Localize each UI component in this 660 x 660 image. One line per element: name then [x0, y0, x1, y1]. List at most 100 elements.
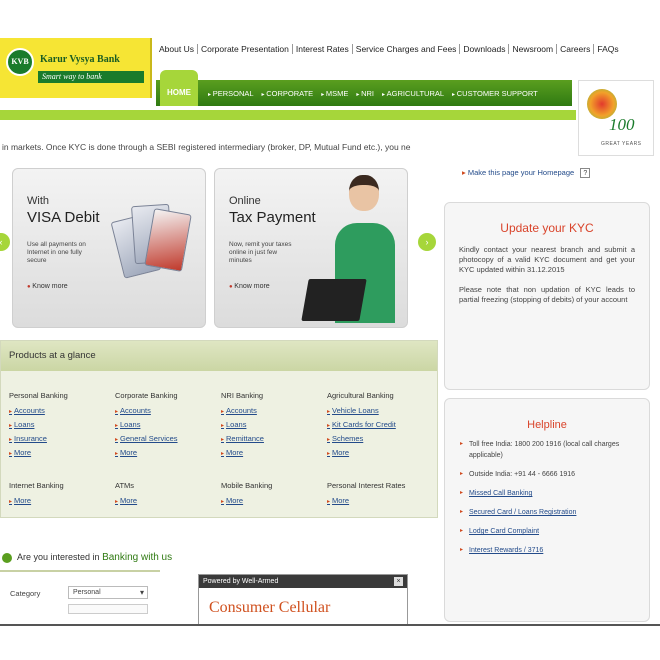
debit-cards-image	[110, 197, 192, 297]
top-link-careers[interactable]: Careers	[556, 44, 593, 54]
main-nav: HOME PERSONAL CORPORATE MSME NRI AGRICUL…	[156, 70, 572, 106]
slide-prev-arrow-icon[interactable]: ‹	[0, 233, 10, 251]
top-link-corporate-presentation[interactable]: Corporate Presentation	[196, 44, 292, 54]
ad-widget[interactable]: Powered by Well-Armed × Consumer Cellula…	[198, 574, 408, 626]
top-link-interest-rates[interactable]: Interest Rates	[291, 44, 352, 54]
interest-prefix: Are you interested in	[17, 552, 100, 562]
product-column-title: Mobile Banking	[221, 481, 273, 490]
know-more-link[interactable]: Know more	[27, 283, 67, 290]
interest-divider	[0, 570, 160, 572]
product-link[interactable]: More	[327, 448, 396, 457]
slide-heading: VISA Debit	[27, 209, 100, 226]
news-ticker[interactable]: in markets. Once KYC is done through a S…	[2, 142, 411, 152]
subcategory-select[interactable]	[68, 604, 148, 614]
helpline-outside-india: Outside India: +91 44 - 6666 1916	[460, 469, 639, 480]
product-column-title: ATMs	[115, 481, 135, 490]
header-divider	[0, 110, 576, 120]
product-link[interactable]: Remittance	[221, 434, 264, 443]
card-registration-link[interactable]: Secured Card / Loans Registration	[460, 507, 639, 518]
product-link[interactable]: Accounts	[9, 406, 68, 415]
product-column-title: Internet Banking	[9, 481, 64, 490]
product-link[interactable]: Loans	[115, 420, 178, 429]
product-column-corporate: Corporate Banking Accounts Loans General…	[115, 391, 178, 462]
product-link[interactable]: Accounts	[115, 406, 178, 415]
product-link[interactable]: More	[221, 448, 264, 457]
product-link[interactable]: Loans	[9, 420, 68, 429]
product-link[interactable]: More	[327, 496, 405, 505]
product-column-interest-rates: Personal Interest Rates More	[327, 481, 405, 510]
nav-agricultural[interactable]: AGRICULTURAL	[378, 89, 448, 98]
product-column-nri: NRI Banking Accounts Loans Remittance Mo…	[221, 391, 264, 462]
top-link-downloads[interactable]: Downloads	[459, 44, 508, 54]
product-link[interactable]: Insurance	[9, 434, 68, 443]
slide-heading: Tax Payment	[229, 209, 316, 226]
product-link[interactable]: More	[9, 448, 68, 457]
nav-personal[interactable]: PERSONAL	[204, 89, 258, 98]
product-column-title: Corporate Banking	[115, 391, 178, 400]
kyc-box: Update your KYC Kindly contact your near…	[444, 202, 650, 390]
kyc-text-1: Kindly contact your nearest branch and s…	[459, 245, 635, 274]
helpline-tollfree: Toll free India: 1800 200 1916 (local ca…	[460, 439, 639, 461]
nav-corporate[interactable]: CORPORATE	[258, 89, 318, 98]
anniversary-badge: 100 GREAT YEARS	[578, 80, 654, 156]
anniversary-caption: GREAT YEARS	[601, 141, 642, 147]
missed-call-banking-link[interactable]: Missed Call Banking	[460, 488, 639, 499]
bank-logo[interactable]: KVB Karur Vysya Bank Smart way to bank	[0, 38, 152, 98]
card-complaint-link[interactable]: Lodge Card Complaint	[460, 526, 639, 537]
product-link[interactable]: Loans	[221, 420, 264, 429]
slide-body: Use all payments on Internet in one full…	[27, 241, 86, 264]
kyc-title: Update your KYC	[500, 221, 594, 235]
interest-bullet-icon	[2, 552, 12, 563]
category-select[interactable]: Personal	[68, 586, 148, 599]
interest-heading: Are you interested in Banking with us	[2, 552, 172, 563]
product-column-personal: Personal Banking Accounts Loans Insuranc…	[9, 391, 68, 462]
product-column-title: Personal Banking	[9, 391, 68, 400]
logo-name: Karur Vysya Bank	[40, 54, 120, 65]
product-link[interactable]: Kit Cards for Credit	[327, 420, 396, 429]
product-link[interactable]: Schemes	[327, 434, 396, 443]
nav-customer-support[interactable]: CUSTOMER SUPPORT	[448, 89, 542, 98]
product-link[interactable]: More	[115, 448, 178, 457]
banner-visa-debit[interactable]: With VISA Debit Use all payments on Inte…	[12, 168, 206, 328]
ad-title: Consumer Cellular	[209, 599, 331, 616]
logo-badge: KVB	[6, 48, 34, 76]
anniversary-number: 100	[609, 115, 635, 134]
know-more-link[interactable]: Know more	[229, 283, 269, 290]
slide-body: Now, remit your taxes online in just few…	[229, 241, 292, 264]
interest-rewards-link[interactable]: Interest Rewards / 3716	[460, 545, 639, 556]
top-links: About Us Corporate Presentation Interest…	[156, 44, 622, 54]
product-column-internet: Internet Banking More	[9, 481, 64, 510]
top-link-service-charges[interactable]: Service Charges and Fees	[351, 44, 460, 54]
make-homepage-label: Make this page your Homepage	[467, 168, 575, 177]
nav-home-tab[interactable]: HOME	[160, 70, 198, 106]
ad-widget-bar: Powered by Well-Armed	[199, 575, 407, 588]
logo-tagline: Smart way to bank	[38, 71, 144, 83]
top-link-about[interactable]: About Us	[156, 44, 197, 54]
kyc-text-2: Please note that non updation of KYC lea…	[459, 285, 635, 304]
product-link[interactable]: More	[9, 496, 64, 505]
product-link[interactable]: Accounts	[221, 406, 264, 415]
slide-next-arrow-icon[interactable]: ›	[418, 233, 436, 251]
product-column-atms: ATMs More	[115, 481, 137, 510]
products-panel: Products at a glance Personal Banking Ac…	[0, 340, 438, 518]
nav-msme[interactable]: MSME	[317, 89, 352, 98]
top-link-faqs[interactable]: FAQs	[593, 44, 621, 54]
product-link[interactable]: More	[115, 496, 137, 505]
product-column-mobile: Mobile Banking More	[221, 481, 272, 510]
nav-nri[interactable]: NRI	[352, 89, 378, 98]
products-title: Products at a glance	[1, 341, 437, 371]
close-icon[interactable]: ×	[394, 577, 403, 586]
helpline-title: Helpline	[527, 419, 567, 431]
category-label: Category	[10, 589, 41, 598]
help-icon[interactable]: ?	[580, 168, 591, 178]
top-link-newsroom[interactable]: Newsroom	[508, 44, 556, 54]
slide-heading-small: With	[27, 195, 49, 207]
banner-tax-payment[interactable]: Online Tax Payment Now, remit your taxes…	[214, 168, 408, 328]
make-homepage-link[interactable]: Make this page your Homepage ?	[462, 168, 591, 178]
slide-heading-small: Online	[229, 195, 261, 207]
product-link[interactable]: More	[221, 496, 272, 505]
product-link[interactable]: Vehicle Loans	[327, 406, 396, 415]
product-column-agricultural: Agricultural Banking Vehicle Loans Kit C…	[327, 391, 396, 462]
woman-with-laptop-image	[301, 171, 403, 327]
product-link[interactable]: General Services	[115, 434, 178, 443]
